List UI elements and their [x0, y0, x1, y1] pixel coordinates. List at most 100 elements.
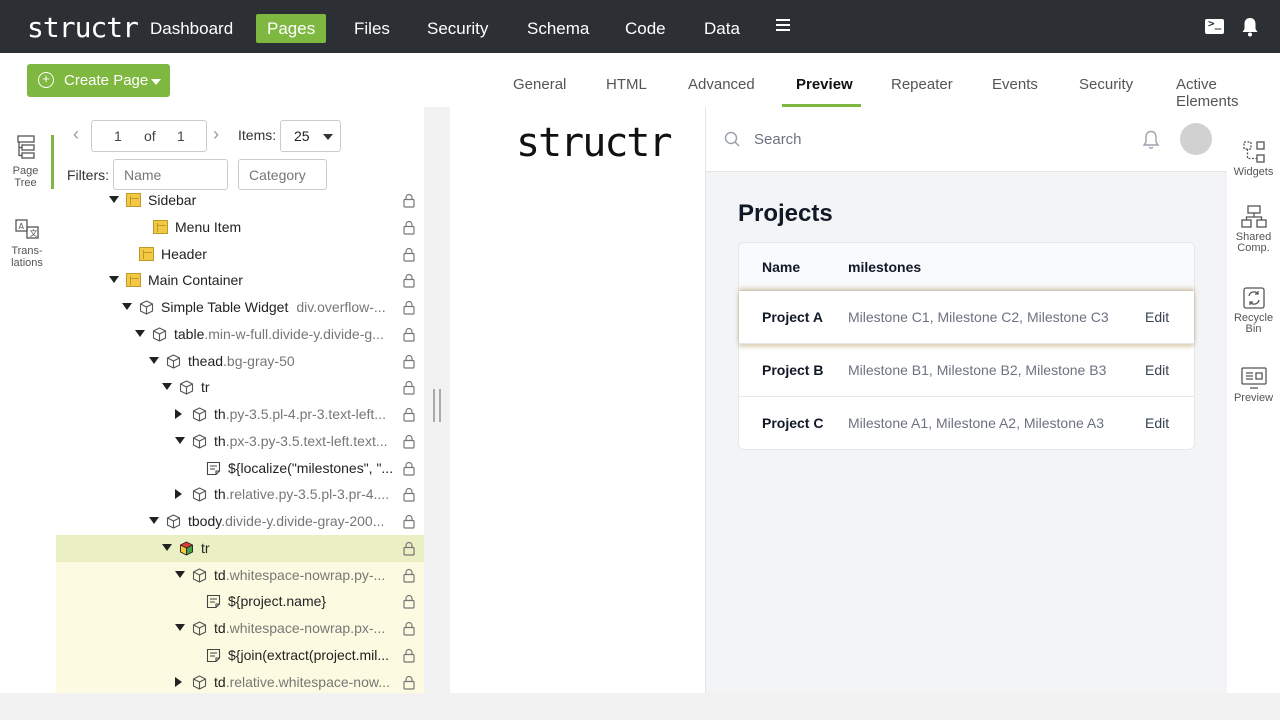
rail-translations[interactable]: A 文 Trans- lations [0, 217, 54, 269]
nav-schema[interactable]: Schema [516, 14, 600, 43]
tab-html[interactable]: HTML [606, 76, 647, 93]
nav-code[interactable]: Code [614, 14, 677, 43]
lock-icon[interactable] [403, 541, 415, 556]
nav-files[interactable]: Files [343, 14, 401, 43]
template-icon [153, 219, 168, 234]
preview-search-input[interactable]: Search [754, 131, 802, 148]
create-page-button[interactable]: + Create Page [27, 64, 170, 97]
expand-toggle-open-icon[interactable] [109, 196, 119, 203]
page-number-box[interactable]: 1 of 1 [91, 120, 207, 152]
expand-toggle-open-icon[interactable] [175, 624, 185, 631]
lock-icon[interactable] [403, 220, 415, 235]
expand-toggle-open-icon[interactable] [175, 570, 185, 578]
expand-toggle-open-icon[interactable] [135, 329, 145, 337]
tree-node-content[interactable]: ${project.name} [56, 588, 424, 616]
tab-security[interactable]: Security [1079, 76, 1133, 93]
bell-icon[interactable] [1241, 17, 1259, 37]
lock-icon[interactable] [403, 407, 415, 422]
expand-toggle-open-icon[interactable] [162, 543, 172, 551]
rail-widgets[interactable]: Widgets [1227, 140, 1280, 178]
lock-icon[interactable] [403, 461, 415, 476]
structr-logo[interactable]: structr [27, 11, 139, 44]
tree-node-simple-table-widget[interactable]: Simple Table Widget div.overflow-... [56, 294, 424, 321]
notification-bell-icon[interactable] [1142, 130, 1160, 150]
nav-pages[interactable]: Pages [256, 14, 327, 43]
tree-node-th[interactable]: th.py-3.5.pl-4.pr-3.text-left... [56, 401, 424, 428]
tab-preview[interactable]: Preview [796, 76, 853, 93]
name-filter-input[interactable] [113, 159, 228, 190]
tree-node-thead[interactable]: thead.bg-gray-50 [56, 348, 424, 375]
tree-node-tag: Header [161, 245, 207, 262]
tab-general[interactable]: General [513, 76, 566, 93]
lock-icon[interactable] [403, 193, 415, 208]
tab-active-elements[interactable]: Active Elements [1176, 76, 1280, 110]
tab-events[interactable]: Events [992, 76, 1038, 93]
tab-repeater[interactable]: Repeater [891, 76, 953, 93]
rail-page-tree[interactable]: Page Tree [0, 135, 54, 189]
tree-node-td[interactable]: td.whitespace-nowrap.px-... [56, 615, 424, 642]
caret-down-icon[interactable] [151, 79, 161, 85]
panel-resize-handle[interactable] [433, 389, 441, 422]
tree-node-label: th.px-3.py-3.5.text-left.text... [214, 433, 399, 449]
tree-node-tr[interactable]: tr [56, 534, 424, 562]
tree-node-main-container[interactable]: Main Container [56, 267, 424, 294]
tree-node-td[interactable]: td.relative.whitespace-now... [56, 668, 424, 693]
element-cube-icon [192, 621, 207, 636]
rail-translations-line2: lations [11, 257, 43, 269]
tab-advanced[interactable]: Advanced [688, 76, 755, 93]
lock-icon[interactable] [403, 621, 415, 636]
expand-toggle-open-icon[interactable] [149, 356, 159, 364]
lock-icon[interactable] [403, 594, 415, 609]
terminal-icon[interactable] [1205, 17, 1224, 34]
tree-node-th[interactable]: th.px-3.py-3.5.text-left.text... [56, 428, 424, 455]
preview-sidebar: structr [450, 107, 706, 693]
lock-icon[interactable] [403, 514, 415, 529]
tree-node-content[interactable]: ${localize("milestones", "... [56, 455, 424, 482]
expand-toggle-closed-icon[interactable] [175, 676, 182, 687]
lock-icon[interactable] [403, 568, 415, 583]
tree-node-menu-item[interactable]: Menu Item [56, 214, 424, 241]
expand-toggle-open-icon[interactable] [122, 303, 132, 310]
lock-icon[interactable] [403, 327, 415, 342]
items-label: Items: [238, 127, 277, 143]
tree-node-th[interactable]: th.relative.py-3.5.pl-3.pr-4.... [56, 481, 424, 508]
tree-node-td[interactable]: td.whitespace-nowrap.py-... [56, 561, 424, 589]
lock-icon[interactable] [403, 434, 415, 449]
nav-security[interactable]: Security [416, 14, 499, 43]
edit-link[interactable]: Edit [1145, 362, 1169, 378]
next-page-icon[interactable]: › [213, 124, 219, 145]
edit-link[interactable]: Edit [1145, 309, 1169, 325]
tree-node-tr[interactable]: tr [56, 374, 424, 401]
items-per-page-select[interactable]: 25 [280, 120, 341, 152]
expand-toggle-open-icon[interactable] [109, 276, 119, 284]
nav-data[interactable]: Data [693, 14, 751, 43]
lock-icon[interactable] [403, 300, 415, 315]
lock-icon[interactable] [403, 380, 415, 395]
expand-toggle-open-icon[interactable] [162, 383, 172, 391]
expand-toggle-closed-icon[interactable] [175, 409, 182, 419]
lock-icon[interactable] [403, 354, 415, 369]
rail-shared-components[interactable]: Shared Comp. [1227, 205, 1280, 254]
prev-page-icon[interactable]: ‹ [73, 124, 79, 145]
category-filter-input[interactable] [238, 159, 327, 190]
rail-preview[interactable]: Preview [1227, 366, 1280, 404]
expand-toggle-open-icon[interactable] [175, 436, 185, 444]
tree-node-header[interactable]: Header [56, 241, 424, 268]
expand-toggle-closed-icon[interactable] [175, 489, 182, 500]
lock-icon[interactable] [403, 487, 415, 502]
tree-node-table[interactable]: table.min-w-full.divide-y.divide-g... [56, 321, 424, 348]
avatar[interactable] [1180, 123, 1212, 155]
edit-link[interactable]: Edit [1145, 415, 1169, 431]
tree-node-tbody[interactable]: tbody.divide-y.divide-gray-200... [56, 508, 424, 535]
tree-node-sidebar[interactable]: Sidebar [56, 187, 424, 214]
nav-dashboard[interactable]: Dashboard [139, 14, 244, 43]
menu-icon[interactable] [776, 19, 790, 33]
lock-icon[interactable] [403, 247, 415, 262]
rail-recycle-bin[interactable]: Recycle Bin [1227, 286, 1280, 335]
expand-toggle-open-icon[interactable] [149, 517, 159, 524]
tree-node-classes: .bg-gray-50 [223, 352, 295, 369]
lock-icon[interactable] [403, 273, 415, 288]
lock-icon[interactable] [403, 648, 415, 663]
tree-node-content[interactable]: ${join(extract(project.mil... [56, 641, 424, 669]
lock-icon[interactable] [403, 675, 415, 690]
